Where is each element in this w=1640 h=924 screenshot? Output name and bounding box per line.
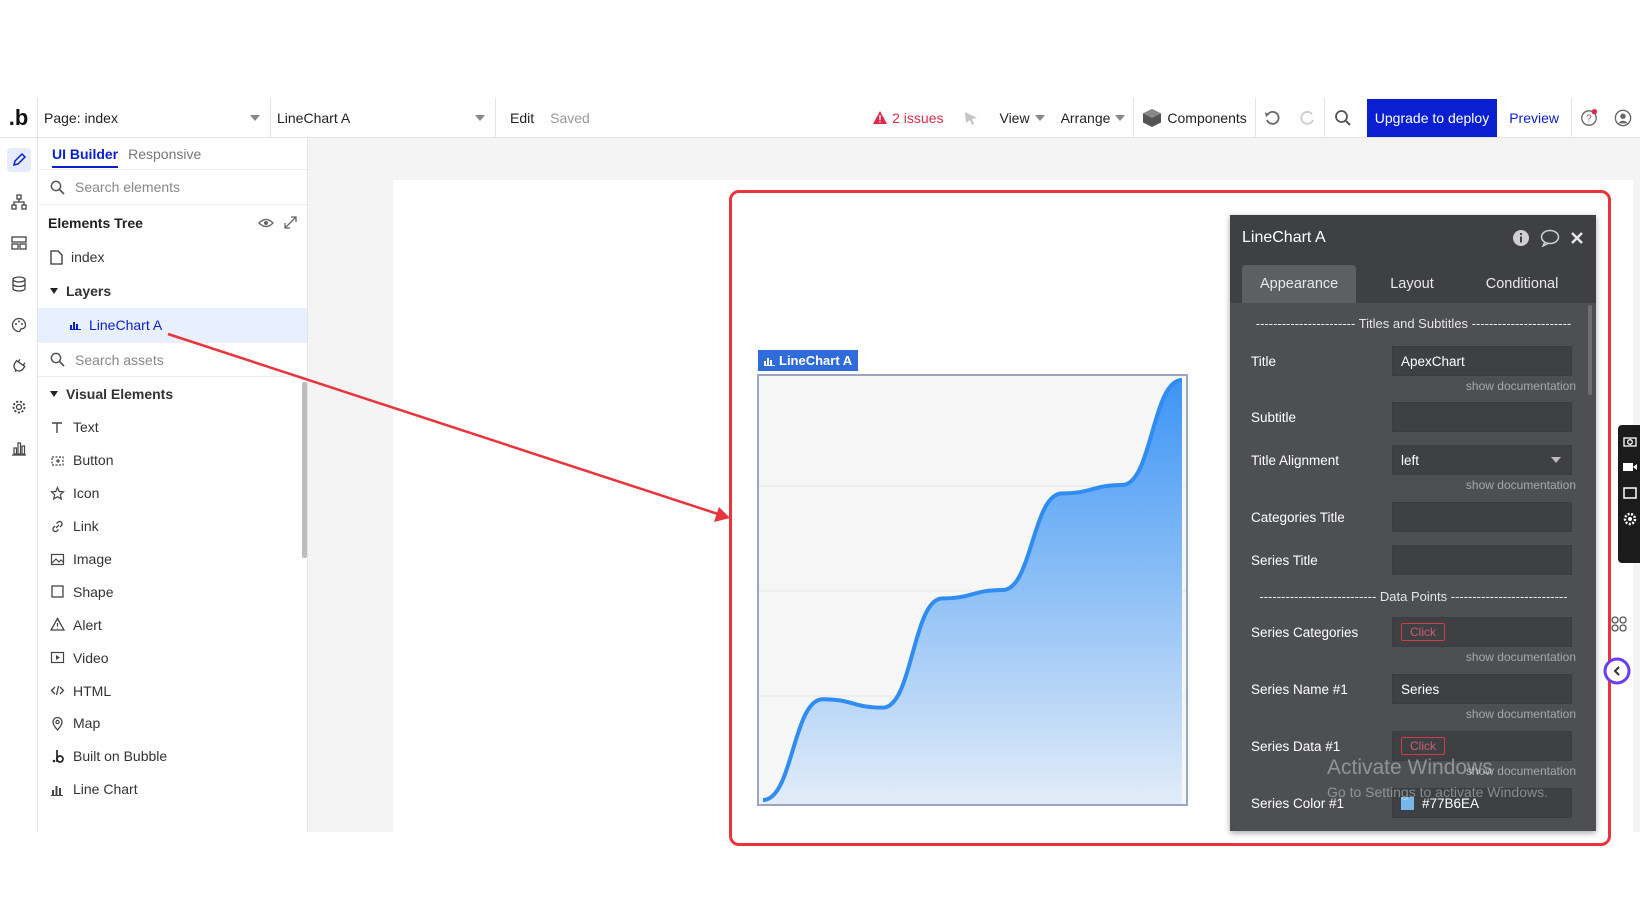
field-label: Series Data #1 bbox=[1251, 738, 1341, 754]
assistant-launcher-icon[interactable] bbox=[1603, 657, 1631, 690]
field-title: Title ApexChart bbox=[1251, 346, 1576, 376]
info-icon[interactable] bbox=[1512, 229, 1530, 247]
floating-side-toolbar bbox=[1618, 425, 1640, 563]
categories-title-input[interactable] bbox=[1392, 502, 1572, 532]
chevron-down-icon bbox=[1551, 457, 1561, 463]
property-editor-scrollbar[interactable] bbox=[1588, 305, 1592, 395]
tab-conditional[interactable]: Conditional bbox=[1468, 265, 1577, 303]
field-label: Title bbox=[1251, 353, 1277, 369]
gear-icon[interactable] bbox=[1622, 511, 1638, 527]
field-categories-title: Categories Title bbox=[1251, 502, 1576, 532]
field-label: Series Categories bbox=[1251, 624, 1359, 640]
series-categories-input[interactable]: Click bbox=[1392, 617, 1572, 647]
show-documentation-link[interactable]: show documentation bbox=[1466, 478, 1576, 492]
window-icon[interactable] bbox=[1622, 485, 1638, 501]
tab-appearance[interactable]: Appearance bbox=[1242, 265, 1357, 303]
section-titles-subtitles: ----------------------- Titles and Subti… bbox=[1255, 316, 1572, 331]
tab-layout[interactable]: Layout bbox=[1356, 265, 1468, 303]
field-label: Series Title bbox=[1251, 552, 1318, 568]
property-editor-header: LineChart A bbox=[1230, 215, 1596, 261]
grid-apps-icon[interactable] bbox=[1610, 615, 1628, 638]
series-name-input[interactable]: Series bbox=[1392, 674, 1572, 704]
show-documentation-link[interactable]: show documentation bbox=[1466, 379, 1576, 393]
property-editor: LineChart A Appearance Layout Conditiona… bbox=[1230, 215, 1596, 831]
windows-activation-watermark: Activate Windows bbox=[1327, 756, 1493, 779]
show-documentation-link[interactable]: show documentation bbox=[1466, 650, 1576, 664]
comment-icon[interactable] bbox=[1540, 229, 1560, 247]
field-series-categories: Series Categories Click bbox=[1251, 617, 1576, 647]
section-data-points: --------------------------- Data Points … bbox=[1259, 589, 1568, 604]
windows-activation-watermark-sub: Go to Settings to activate Windows. bbox=[1327, 784, 1548, 800]
close-icon[interactable] bbox=[1570, 231, 1584, 245]
click-dynamic-button[interactable]: Click bbox=[1401, 737, 1445, 755]
title-alignment-select[interactable]: left bbox=[1392, 445, 1572, 475]
subtitle-input[interactable] bbox=[1392, 402, 1572, 432]
field-subtitle: Subtitle bbox=[1251, 402, 1576, 432]
field-label: Series Name #1 bbox=[1251, 681, 1348, 697]
series-title-input[interactable] bbox=[1392, 545, 1572, 575]
field-label: Subtitle bbox=[1251, 409, 1297, 425]
show-documentation-link[interactable]: show documentation bbox=[1466, 707, 1576, 721]
title-alignment-value: left bbox=[1401, 452, 1420, 468]
field-label: Categories Title bbox=[1251, 509, 1345, 525]
bubble-editor: .b Page: index LineChart A Edit Saved 2 … bbox=[0, 0, 1640, 924]
property-editor-tabs: Appearance Layout Conditional bbox=[1230, 261, 1596, 303]
field-series-name: Series Name #1 Series bbox=[1251, 674, 1576, 704]
camera-icon[interactable] bbox=[1622, 433, 1638, 449]
click-dynamic-button[interactable]: Click bbox=[1401, 623, 1445, 641]
field-title-alignment: Title Alignment left bbox=[1251, 445, 1576, 475]
video-camera-icon[interactable] bbox=[1622, 459, 1638, 475]
field-series-title: Series Title bbox=[1251, 545, 1576, 575]
field-label: Title Alignment bbox=[1251, 452, 1340, 468]
property-editor-title: LineChart A bbox=[1242, 229, 1326, 246]
title-input[interactable]: ApexChart bbox=[1392, 346, 1572, 376]
